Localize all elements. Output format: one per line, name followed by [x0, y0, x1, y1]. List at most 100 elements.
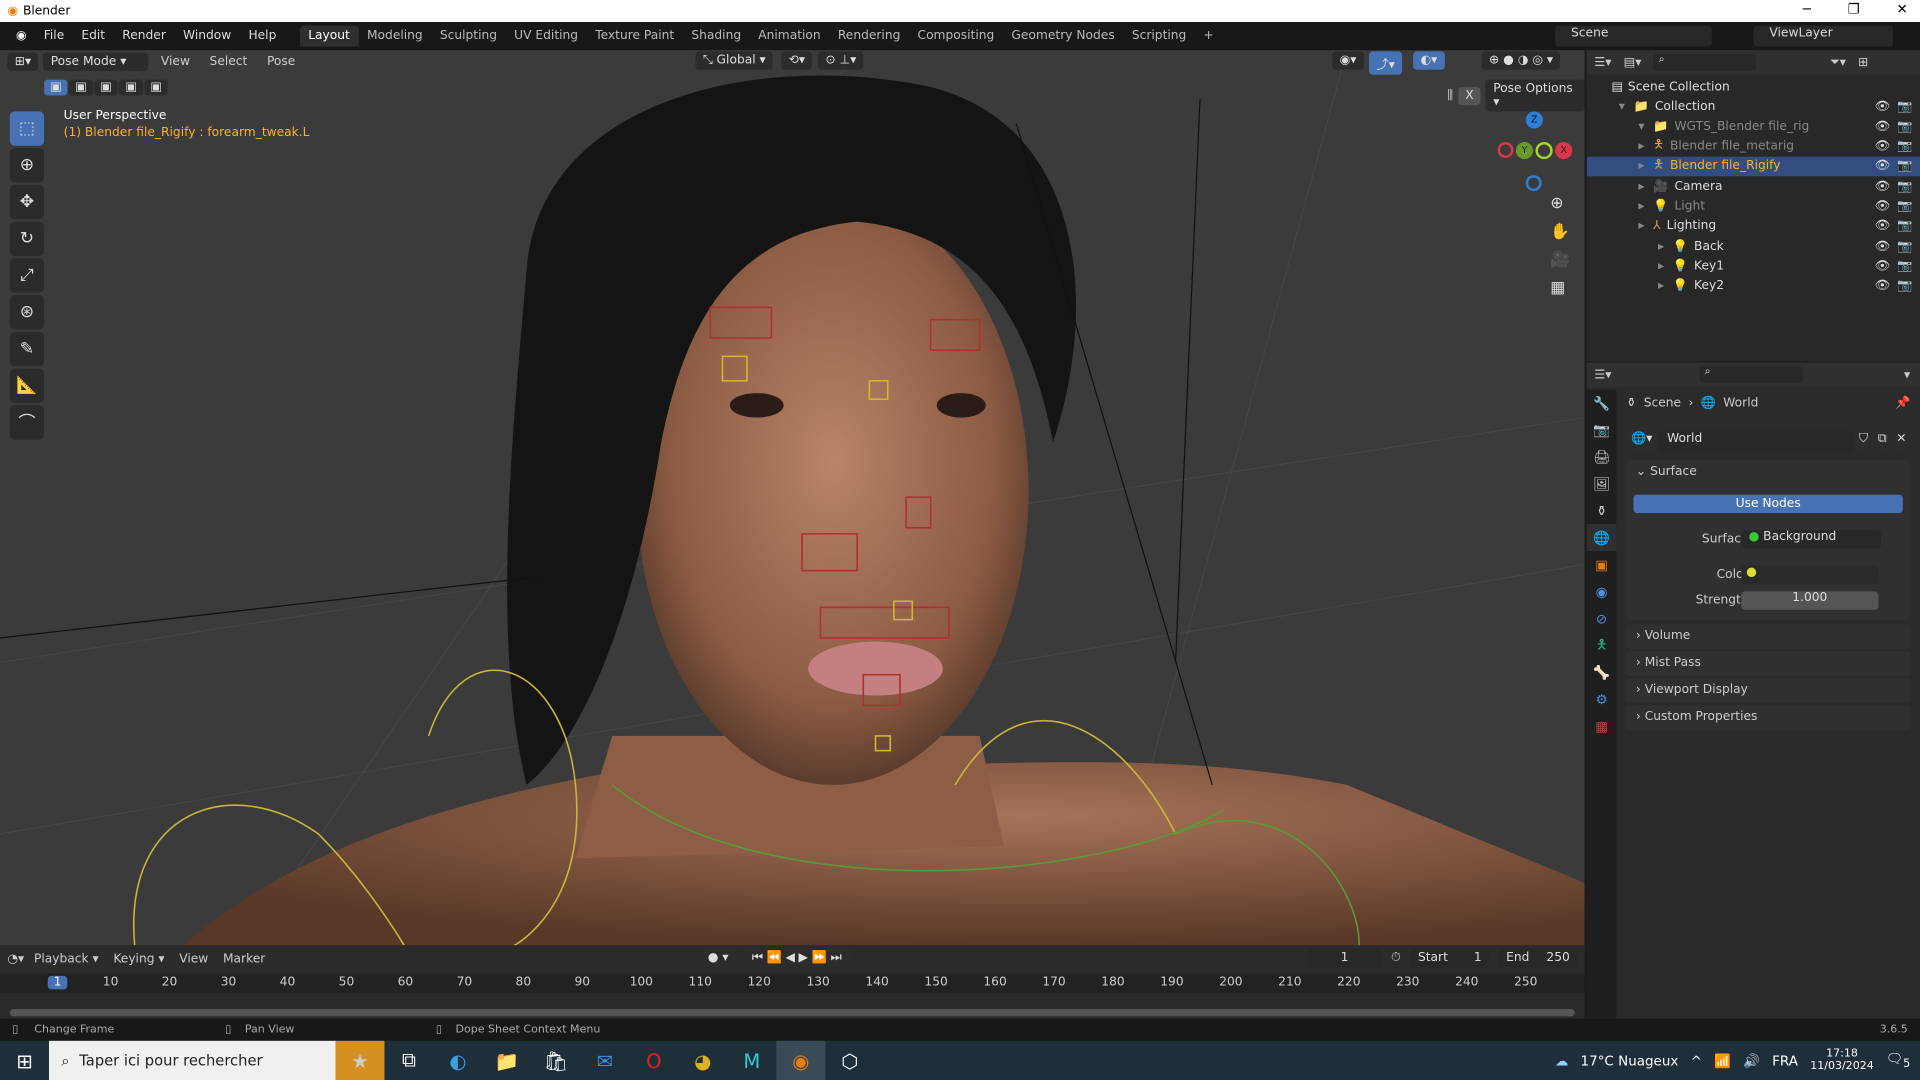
search-highlight-icon[interactable]: ★: [335, 1040, 385, 1080]
gizmo-neg-y[interactable]: [1535, 142, 1553, 160]
outliner-item[interactable]: ▸ ⅄ Lighting 👁 📷: [1587, 216, 1920, 236]
zoom-icon[interactable]: ⊕: [1550, 195, 1570, 213]
collapsed-panel[interactable]: › Mist Pass: [1626, 651, 1911, 676]
tray-chevron-icon[interactable]: ^: [1691, 1052, 1702, 1068]
blender-menu-icon[interactable]: ◉: [7, 29, 35, 42]
display-mode-button[interactable]: ▤▾: [1624, 56, 1642, 69]
eye-icon[interactable]: 👁: [1875, 140, 1891, 153]
properties-search[interactable]: ⌕: [1699, 366, 1803, 384]
expand-arrow-icon[interactable]: ▸: [1638, 200, 1653, 213]
outliner-item[interactable]: ▸ 💡 Light 👁 📷: [1587, 197, 1920, 217]
mode-selector[interactable]: Pose Mode ▾: [43, 52, 149, 72]
eye-icon[interactable]: 👁: [1875, 279, 1891, 292]
store-icon[interactable]: 🛍: [531, 1041, 580, 1080]
start-button[interactable]: ⊞: [0, 1041, 49, 1080]
fake-user-button[interactable]: ⛉: [1855, 431, 1872, 452]
camera-render-icon[interactable]: 📷: [1897, 259, 1912, 272]
texture-tab[interactable]: ▦: [1587, 713, 1616, 740]
end-frame-field[interactable]: End 250: [1498, 948, 1578, 968]
gizmo-toggle[interactable]: ⤴▾: [1368, 51, 1403, 75]
timeline-editor-type[interactable]: ◔▾: [7, 952, 24, 965]
select-mode-buttons[interactable]: ▣ ▣ ▣ ▣ ▣: [44, 79, 169, 96]
pin-icon[interactable]: 📌: [1895, 397, 1910, 410]
expand-arrow-icon[interactable]: ▸: [1658, 240, 1673, 253]
properties-editor-type[interactable]: ☰▾: [1594, 368, 1611, 381]
transform-orientation-selector[interactable]: ⤡ Global ▾: [695, 51, 774, 70]
tab-sculpting[interactable]: Sculpting: [431, 26, 505, 47]
overlay-toggle[interactable]: ◐▾: [1413, 51, 1445, 70]
scene-tab[interactable]: ⚱: [1587, 497, 1616, 524]
network-icon[interactable]: 📶: [1714, 1052, 1731, 1068]
playback-controls[interactable]: ⏮⏪◀▶⏩⏭: [744, 948, 853, 968]
start-frame-field[interactable]: Start 1: [1410, 948, 1489, 968]
select-box-tool[interactable]: ⬚: [9, 111, 45, 146]
output-tab[interactable]: 🖨: [1587, 443, 1616, 470]
outliner-item[interactable]: ▸ 🯅 Blender file_metarig 👁 📷: [1587, 137, 1920, 157]
gizmo-z-axis[interactable]: Z: [1525, 111, 1543, 129]
opera-icon[interactable]: O: [629, 1041, 678, 1080]
current-frame-field[interactable]: 1: [1307, 948, 1382, 968]
pose-options-dropdown[interactable]: Pose Options ▾: [1485, 79, 1585, 112]
weather-text[interactable]: 17°C Nuageux: [1581, 1052, 1679, 1068]
color-field[interactable]: ●: [1741, 565, 1879, 585]
3d-viewport[interactable]: ⊞▾ Pose Mode ▾ View Select Pose ⤡ Global…: [0, 50, 1585, 946]
add-workspace-button[interactable]: +: [1195, 26, 1222, 47]
expand-arrow-icon[interactable]: ▸: [1638, 220, 1653, 233]
edge-icon[interactable]: ◐: [433, 1041, 482, 1080]
mirror-x-toggle[interactable]: X: [1457, 86, 1481, 105]
transform-tool[interactable]: ⊛: [9, 295, 45, 330]
menu-select[interactable]: Select: [202, 55, 254, 68]
view-layer-selector[interactable]: ViewLayer: [1753, 25, 1894, 47]
outliner-editor-type[interactable]: ☰▾: [1594, 56, 1611, 69]
filter-icon[interactable]: ⏷▾: [1830, 56, 1846, 69]
outliner-scene-collection[interactable]: ▤ Scene Collection: [1587, 77, 1920, 97]
eye-icon[interactable]: 👁: [1875, 240, 1891, 253]
use-nodes-button[interactable]: Use Nodes: [1633, 494, 1903, 514]
shading-mode-buttons[interactable]: ⊕ ● ◑ ◎ ▾: [1481, 51, 1561, 70]
expand-arrow-icon[interactable]: ▸: [1658, 259, 1673, 272]
outliner-search[interactable]: ⌕: [1653, 53, 1757, 72]
world-browse-button[interactable]: 🌐▾: [1626, 431, 1658, 452]
chrome-icon[interactable]: ◕: [678, 1041, 727, 1080]
camera-render-icon[interactable]: 📷: [1897, 200, 1912, 213]
camera-render-icon[interactable]: 📷: [1897, 140, 1912, 153]
eye-icon[interactable]: 👁: [1875, 160, 1891, 173]
expand-arrow-icon[interactable]: ▸: [1638, 140, 1653, 153]
keying-menu[interactable]: Keying ▾: [108, 952, 169, 965]
language-indicator[interactable]: FRA: [1772, 1052, 1798, 1068]
tab-compositing[interactable]: Compositing: [909, 26, 1003, 47]
menu-render[interactable]: Render: [114, 29, 175, 42]
camera-render-icon[interactable]: 📷: [1897, 220, 1912, 233]
3d-viewer-icon[interactable]: ⬡: [825, 1041, 874, 1080]
playhead[interactable]: 1: [47, 975, 68, 990]
outliner-item[interactable]: ▸ 💡 Key2 👁 📷: [1587, 276, 1920, 296]
tab-rendering[interactable]: Rendering: [829, 26, 909, 47]
camera-render-icon[interactable]: 📷: [1897, 100, 1912, 113]
expand-arrow-icon[interactable]: ▾: [1638, 120, 1653, 133]
editor-type-button[interactable]: ⊞▾: [7, 52, 39, 72]
surface-shader-selector[interactable]: ● Background: [1741, 530, 1881, 549]
expand-arrow-icon[interactable]: ▾: [1619, 100, 1634, 113]
tab-uv-editing[interactable]: UV Editing: [506, 26, 587, 47]
view-menu[interactable]: View: [174, 952, 213, 965]
constraints-tab[interactable]: ⊘: [1587, 605, 1616, 632]
rotate-tool[interactable]: ↻: [9, 221, 45, 256]
view-layer-tab[interactable]: 🖼: [1587, 470, 1616, 497]
world-name-field[interactable]: World: [1659, 431, 1853, 452]
eye-icon[interactable]: 👁: [1875, 200, 1891, 213]
new-collection-icon[interactable]: ⊞: [1858, 56, 1868, 69]
expand-arrow-icon[interactable]: ▸: [1638, 180, 1653, 193]
gizmo-x-axis[interactable]: X: [1555, 142, 1573, 160]
options-dropdown[interactable]: ▾: [1904, 368, 1910, 381]
outliner-item[interactable]: ▾ 📁 Collection 👁 📷: [1587, 97, 1920, 117]
auto-keying-button[interactable]: ● ▾: [700, 948, 736, 968]
collapsed-panel[interactable]: › Viewport Display: [1626, 678, 1911, 703]
camera-view-icon[interactable]: 🎥: [1550, 251, 1570, 269]
surface-panel-header[interactable]: ⌄ Surface: [1626, 460, 1910, 483]
mail-icon[interactable]: ✉: [580, 1041, 629, 1080]
camera-render-icon[interactable]: 📷: [1897, 120, 1912, 133]
expand-arrow-icon[interactable]: ▸: [1658, 279, 1673, 292]
close-button[interactable]: ✕: [1896, 1, 1907, 17]
tab-texture-paint[interactable]: Texture Paint: [587, 26, 683, 47]
gizmo-neg-x[interactable]: [1497, 142, 1514, 158]
